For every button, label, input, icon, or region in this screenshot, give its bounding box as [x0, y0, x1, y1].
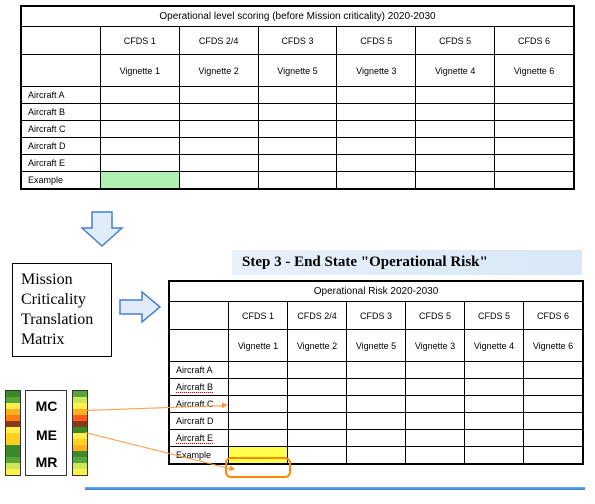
- example-cell-yellow: [229, 447, 288, 464]
- color-translation-chart: MC ME MR: [5, 390, 88, 476]
- col-header: CFDS 3: [258, 27, 337, 55]
- mission-line: Mission: [21, 270, 103, 290]
- label-mc: MC: [26, 391, 66, 421]
- mission-line: Criticality: [21, 290, 103, 310]
- col-header: CFDS 6: [524, 302, 583, 330]
- row-label: Aircraft D: [170, 413, 229, 430]
- label-mr: MR: [26, 449, 66, 475]
- mission-line: Translation: [21, 310, 103, 330]
- blue-divider-line: [85, 487, 585, 490]
- vignette-header: Vignette 6: [495, 55, 574, 87]
- row-label: Example: [22, 172, 101, 189]
- row-label: Aircraft A: [22, 87, 101, 104]
- vignette-header: Vignette 4: [465, 330, 524, 362]
- col-header: CFDS 6: [495, 27, 574, 55]
- col-header: CFDS 3: [347, 302, 406, 330]
- row-label: Aircraft B: [22, 104, 101, 121]
- row-label: Aircraft C: [22, 121, 101, 138]
- top-table-title: Operational level scoring (before Missio…: [22, 7, 574, 27]
- top-scoring-table: Operational level scoring (before Missio…: [20, 5, 575, 190]
- down-arrow-icon: [80, 210, 124, 250]
- vignette-header: Vignette 2: [179, 55, 258, 87]
- col-header: CFDS 5: [416, 27, 495, 55]
- col-header: CFDS 5: [337, 27, 416, 55]
- vignette-header: Vignette 3: [337, 55, 416, 87]
- mission-line: Matrix: [21, 330, 103, 350]
- step-3-label: Step 3 - End State "Operational Risk": [232, 250, 582, 275]
- vignette-header: Vignette 4: [416, 55, 495, 87]
- row-label: Aircraft C: [170, 396, 229, 413]
- col-header: CFDS 5: [465, 302, 524, 330]
- row-label: Aircraft E: [22, 155, 101, 172]
- col-header: CFDS 2/4: [288, 302, 347, 330]
- vignette-header: Vignette 3: [406, 330, 465, 362]
- row-label: Aircraft D: [22, 138, 101, 155]
- vignette-header: Vignette 1: [229, 330, 288, 362]
- vignette-header: Vignette 2: [288, 330, 347, 362]
- row-label: Aircraft E: [170, 430, 229, 447]
- vignette-header: Vignette 1: [100, 55, 179, 87]
- vignette-header: Vignette 6: [524, 330, 583, 362]
- bottom-table-title: Operational Risk 2020-2030: [170, 282, 583, 302]
- row-label: Aircraft A: [170, 362, 229, 379]
- example-cell-green: [100, 172, 179, 189]
- operational-risk-table: Operational Risk 2020-2030 CFDS 1 CFDS 2…: [168, 280, 584, 465]
- col-header: CFDS 5: [406, 302, 465, 330]
- row-label: Aircraft B: [170, 379, 229, 396]
- right-arrow-icon: [118, 290, 162, 324]
- vignette-header: Vignette 5: [347, 330, 406, 362]
- col-header: CFDS 1: [100, 27, 179, 55]
- col-header: CFDS 1: [229, 302, 288, 330]
- vignette-header: Vignette 5: [258, 55, 337, 87]
- mission-criticality-box: Mission Criticality Translation Matrix: [12, 263, 112, 357]
- col-header: CFDS 2/4: [179, 27, 258, 55]
- label-me: ME: [26, 421, 66, 449]
